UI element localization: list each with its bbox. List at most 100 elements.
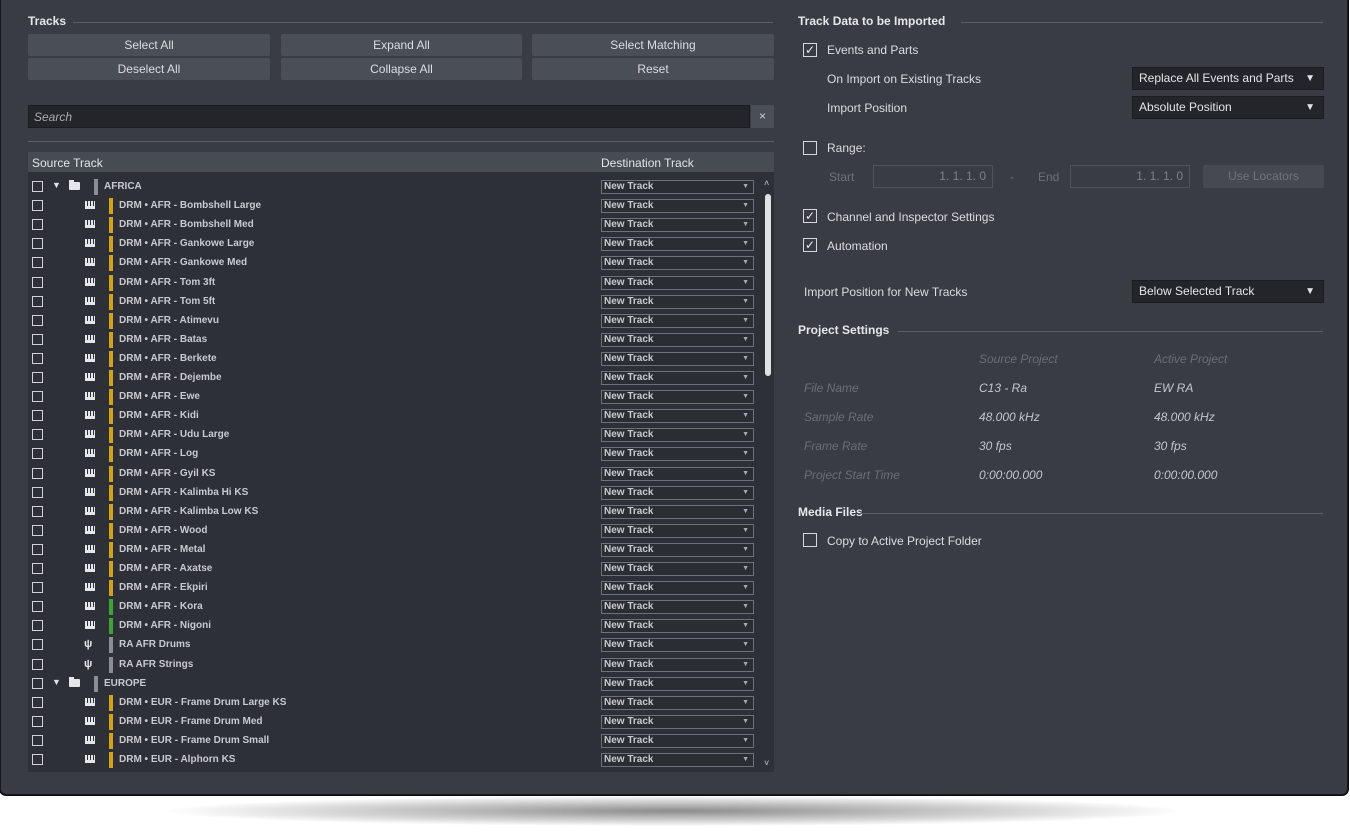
track-row[interactable]: DRM • AFR - Kalimba Hi KS New Track ▼ [28, 484, 765, 503]
destination-track-dropdown[interactable]: New Track ▼ [601, 619, 754, 634]
track-row[interactable]: DRM • AFR - Kalimba Low KS New Track ▼ [28, 503, 765, 522]
track-row[interactable]: DRM • AFR - Axatse New Track ▼ [28, 560, 765, 579]
source-track-column-header[interactable]: Source Track [32, 156, 103, 170]
expand-all-button[interactable]: Expand All [281, 34, 522, 56]
destination-track-dropdown[interactable]: New Track ▼ [601, 180, 754, 194]
destination-track-dropdown[interactable]: New Track ▼ [601, 332, 754, 347]
expand-arrow-icon[interactable]: ▼ [52, 180, 61, 190]
destination-track-dropdown[interactable]: New Track ▼ [601, 313, 754, 328]
track-checkbox[interactable] [32, 563, 43, 574]
new-tracks-position-dropdown[interactable]: Below Selected Track ▼ [1132, 280, 1324, 303]
track-row[interactable]: ψ RA AFR Drums New Track ▼ [28, 636, 765, 655]
track-row[interactable]: DRM • AFR - Bombshell Med New Track ▼ [28, 216, 765, 235]
track-row[interactable]: DRM • AFR - Batas New Track ▼ [28, 331, 765, 350]
destination-track-dropdown[interactable]: New Track ▼ [601, 351, 754, 366]
track-row[interactable]: DRM • AFR - Gankowe Large New Track ▼ [28, 235, 765, 254]
folder-track-row[interactable]: ▼ EUROPE New Track ▼ [28, 675, 765, 694]
destination-track-dropdown[interactable]: New Track ▼ [601, 581, 754, 596]
track-row[interactable]: DRM • AFR - Berkete New Track ▼ [28, 350, 765, 369]
track-checkbox[interactable] [32, 429, 43, 441]
track-checkbox[interactable] [32, 754, 43, 765]
track-row[interactable]: DRM • AFR - Kora New Track ▼ [28, 598, 765, 617]
destination-track-dropdown[interactable]: New Track ▼ [601, 199, 754, 214]
select-all-button[interactable]: Select All [28, 34, 270, 56]
track-row[interactable]: DRM • AFR - Log New Track ▼ [28, 445, 765, 464]
search-input[interactable] [29, 106, 734, 127]
copy-media-checkbox[interactable] [803, 533, 817, 547]
track-row[interactable]: DRM • EUR - Alphorn KS New Track ▼ [28, 751, 765, 770]
track-row[interactable]: DRM • AFR - Ewe New Track ▼ [28, 388, 765, 407]
track-row[interactable]: DRM • AFR - Tom 3ft New Track ▼ [28, 274, 765, 293]
import-position-dropdown[interactable]: Absolute Position ▼ [1132, 96, 1324, 119]
track-checkbox[interactable] [32, 505, 43, 517]
destination-track-dropdown[interactable]: New Track ▼ [601, 638, 754, 653]
scroll-down-icon[interactable]: ˅ [764, 758, 769, 768]
destination-track-dropdown[interactable]: New Track ▼ [601, 733, 754, 748]
destination-track-dropdown[interactable]: New Track ▼ [601, 409, 754, 424]
destination-track-dropdown[interactable]: New Track ▼ [601, 657, 754, 672]
track-checkbox[interactable] [32, 391, 43, 403]
track-row[interactable]: DRM • AFR - Nigoni New Track ▼ [28, 617, 765, 636]
destination-track-dropdown[interactable]: New Track ▼ [601, 542, 754, 557]
track-row[interactable]: DRM • AFR - Gankowe Med New Track ▼ [28, 254, 765, 273]
range-start-field[interactable]: 1. 1. 1. 0 [873, 165, 993, 188]
expand-arrow-icon[interactable]: ▼ [52, 677, 61, 687]
scrollbar-thumb[interactable] [765, 194, 771, 376]
destination-track-dropdown[interactable]: New Track ▼ [601, 256, 754, 271]
destination-track-dropdown[interactable]: New Track ▼ [601, 428, 754, 443]
events-parts-checkbox[interactable]: ✓ [803, 43, 817, 57]
track-checkbox[interactable] [32, 448, 43, 460]
clear-search-button[interactable]: × [751, 105, 774, 128]
tracks-scrollbar[interactable]: ˄ ˅ [764, 178, 774, 772]
destination-track-dropdown[interactable]: New Track ▼ [601, 714, 754, 729]
destination-track-column-header[interactable]: Destination Track [601, 156, 694, 170]
track-row[interactable]: DRM • AFR - Metal New Track ▼ [28, 541, 765, 560]
range-checkbox[interactable] [803, 141, 817, 155]
track-checkbox[interactable] [32, 181, 43, 192]
track-checkbox[interactable] [32, 257, 43, 269]
destination-track-dropdown[interactable]: New Track ▼ [601, 218, 754, 233]
track-checkbox[interactable] [32, 372, 43, 383]
track-row[interactable]: DRM • AFR - Atimevu New Track ▼ [28, 312, 765, 331]
track-checkbox[interactable] [32, 734, 43, 746]
track-checkbox[interactable] [32, 639, 43, 651]
destination-track-dropdown[interactable]: New Track ▼ [601, 523, 754, 538]
track-checkbox[interactable] [32, 696, 43, 708]
destination-track-dropdown[interactable]: New Track ▼ [601, 294, 754, 309]
track-checkbox[interactable] [32, 486, 43, 498]
track-checkbox[interactable] [32, 543, 43, 555]
on-import-dropdown[interactable]: Replace All Events and Parts ▼ [1132, 67, 1324, 90]
destination-track-dropdown[interactable]: New Track ▼ [601, 676, 754, 691]
destination-track-dropdown[interactable]: New Track ▼ [601, 695, 754, 710]
destination-track-dropdown[interactable]: New Track ▼ [601, 237, 754, 252]
destination-track-dropdown[interactable]: New Track ▼ [601, 600, 754, 615]
destination-track-dropdown[interactable]: New Track ▼ [601, 504, 754, 519]
track-row[interactable]: DRM • EUR - Frame Drum Large KS New Track… [28, 694, 765, 713]
use-locators-button[interactable]: Use Locators [1203, 165, 1324, 188]
channel-inspector-checkbox[interactable]: ✓ [803, 209, 817, 223]
deselect-all-button[interactable]: Deselect All [28, 58, 270, 80]
track-checkbox[interactable] [32, 677, 43, 689]
track-checkbox[interactable] [32, 352, 43, 364]
track-row[interactable]: DRM • AFR - Kidi New Track ▼ [28, 407, 765, 426]
track-checkbox[interactable] [32, 276, 43, 288]
track-checkbox[interactable] [32, 658, 43, 670]
track-checkbox[interactable] [32, 200, 43, 212]
destination-track-dropdown[interactable]: New Track ▼ [601, 485, 754, 500]
track-row[interactable]: DRM • AFR - Wood New Track ▼ [28, 522, 765, 541]
track-checkbox[interactable] [32, 582, 43, 594]
automation-checkbox[interactable]: ✓ [803, 238, 817, 252]
track-checkbox[interactable] [32, 333, 43, 345]
range-end-field[interactable]: 1. 1. 1. 0 [1070, 165, 1190, 188]
destination-track-dropdown[interactable]: New Track ▼ [601, 753, 754, 767]
scroll-up-icon[interactable]: ˄ [764, 178, 769, 188]
track-row[interactable]: DRM • AFR - Ekpiri New Track ▼ [28, 579, 765, 598]
track-checkbox[interactable] [32, 601, 43, 613]
track-row[interactable]: DRM • EUR - Frame Drum Med New Track ▼ [28, 713, 765, 732]
track-checkbox[interactable] [32, 410, 43, 422]
folder-track-row[interactable]: ▼ AFRICA New Track ▼ [28, 178, 765, 197]
track-checkbox[interactable] [32, 524, 43, 536]
reset-button[interactable]: Reset [532, 58, 774, 80]
track-checkbox[interactable] [32, 219, 43, 231]
track-row[interactable]: ψ RA AFR Strings New Track ▼ [28, 656, 765, 675]
